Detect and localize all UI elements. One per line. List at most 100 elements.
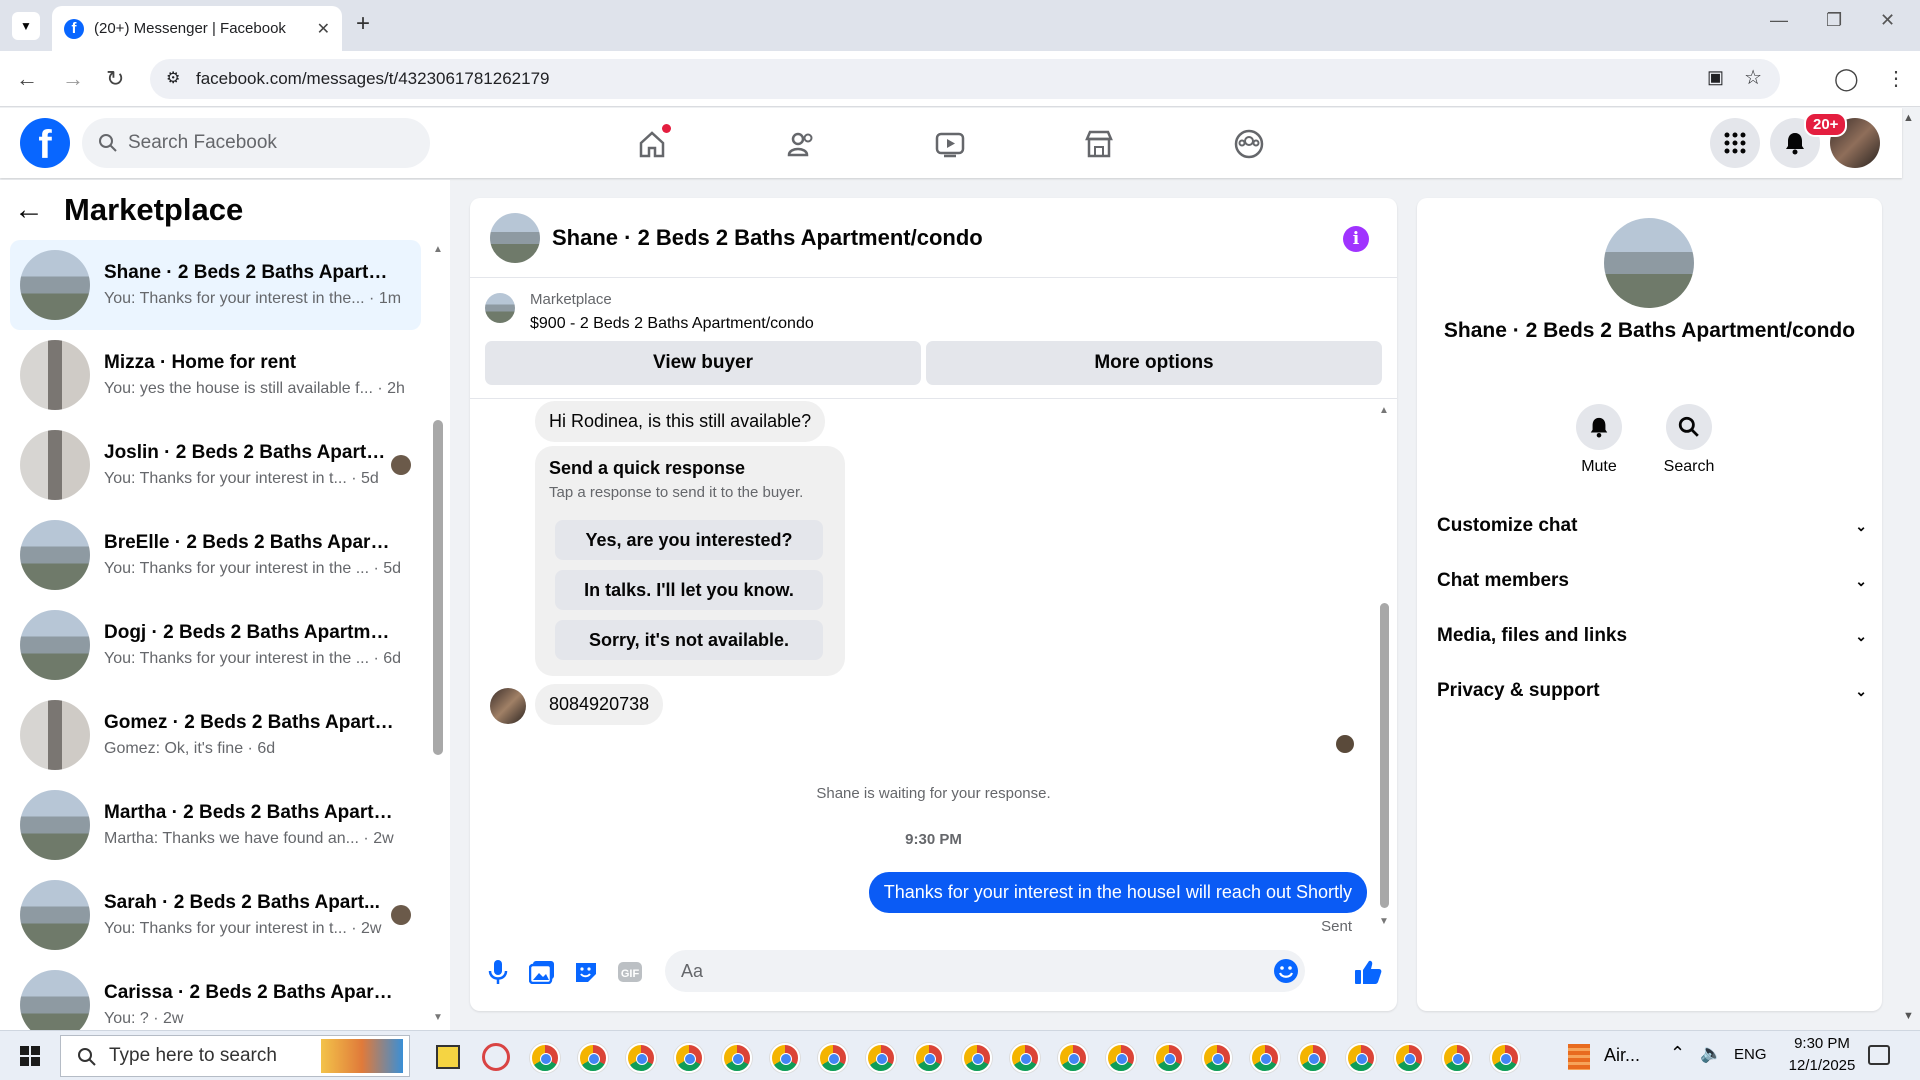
chat-members-section[interactable]: Chat members ⌄ bbox=[1437, 561, 1867, 601]
chrome-window-icon[interactable] bbox=[1250, 1043, 1280, 1073]
facebook-logo[interactable]: f bbox=[20, 118, 70, 168]
incoming-message-phone[interactable]: 8084920738 bbox=[535, 684, 664, 725]
photo-icon[interactable] bbox=[528, 958, 556, 986]
bookmark-star-icon[interactable]: ☆ bbox=[1744, 65, 1762, 90]
groups-tab[interactable] bbox=[1227, 122, 1271, 166]
clock-time[interactable]: 9:30 PM bbox=[1786, 1035, 1858, 1052]
contact-avatar[interactable] bbox=[1604, 218, 1694, 308]
chat-avatar[interactable] bbox=[490, 212, 540, 263]
chrome-window-icon[interactable] bbox=[1298, 1043, 1328, 1073]
chrome-window-icon[interactable] bbox=[866, 1043, 896, 1073]
home-tab[interactable] bbox=[630, 122, 674, 166]
info-icon[interactable]: i bbox=[1343, 226, 1369, 252]
forward-icon[interactable]: → bbox=[62, 67, 84, 91]
outgoing-message[interactable]: Thanks for your interest in the houseI w… bbox=[868, 872, 1367, 913]
profile-icon[interactable]: ◯ bbox=[1834, 67, 1859, 91]
chrome-window-icon[interactable] bbox=[818, 1043, 848, 1073]
close-window-icon[interactable]: ✕ bbox=[1880, 10, 1895, 31]
chat-title[interactable]: Shane · 2 Beds 2 Baths Apartment/condo bbox=[552, 225, 983, 251]
quick-reply-yes[interactable]: Yes, are you interested? bbox=[555, 520, 823, 560]
gif-icon[interactable]: GIF bbox=[616, 958, 644, 986]
air-app-icon[interactable] bbox=[1568, 1044, 1590, 1070]
message-input[interactable]: Aa bbox=[665, 950, 1305, 992]
microphone-icon[interactable] bbox=[484, 958, 512, 986]
language-indicator[interactable]: ENG bbox=[1734, 1046, 1767, 1063]
chat-scrollbar[interactable] bbox=[1380, 603, 1389, 908]
privacy-support-section[interactable]: Privacy & support ⌄ bbox=[1437, 671, 1867, 711]
conversation-item[interactable]: Sarah · 2 Beds 2 Baths Apart... You: Than… bbox=[10, 870, 421, 960]
chrome-window-icon[interactable] bbox=[674, 1043, 704, 1073]
search-in-chat-button[interactable]: Search bbox=[1644, 404, 1734, 476]
page-scroll-up-icon[interactable]: ▲ bbox=[1903, 112, 1914, 124]
chrome-window-icon[interactable] bbox=[1058, 1043, 1088, 1073]
snipping-tool-icon[interactable] bbox=[482, 1043, 510, 1071]
restore-icon[interactable]: ❐ bbox=[1826, 10, 1842, 31]
page-scroll-down-icon[interactable]: ▼ bbox=[1903, 1010, 1914, 1022]
friends-tab[interactable] bbox=[779, 122, 823, 166]
site-info-icon[interactable]: ⚙ bbox=[166, 68, 180, 88]
chrome-window-icon[interactable] bbox=[1010, 1043, 1040, 1073]
chrome-window-icon[interactable] bbox=[914, 1043, 944, 1073]
chrome-window-icon[interactable] bbox=[1394, 1043, 1424, 1073]
chrome-window-icon[interactable] bbox=[626, 1043, 656, 1073]
install-app-icon[interactable]: ▣ bbox=[1707, 67, 1724, 88]
customize-chat-section[interactable]: Customize chat ⌄ bbox=[1437, 506, 1867, 546]
chrome-window-icon[interactable] bbox=[1202, 1043, 1232, 1073]
tray-chevron-up-icon[interactable]: ⌃ bbox=[1670, 1043, 1685, 1064]
sticky-notes-icon[interactable] bbox=[436, 1045, 460, 1069]
chrome-window-icon[interactable] bbox=[962, 1043, 992, 1073]
new-tab-icon[interactable]: + bbox=[356, 10, 370, 38]
close-tab-icon[interactable]: ✕ bbox=[317, 19, 330, 39]
clock-date[interactable]: 12/1/2025 bbox=[1776, 1057, 1868, 1074]
menu-kebab-icon[interactable]: ⋮ bbox=[1886, 67, 1906, 91]
taskbar-search-input[interactable]: Type here to search bbox=[60, 1035, 410, 1077]
menu-grid-button[interactable] bbox=[1710, 118, 1760, 168]
conversation-item[interactable]: Shane · 2 Beds 2 Baths Apartme... You: Th… bbox=[10, 240, 421, 330]
sticker-icon[interactable] bbox=[572, 958, 600, 986]
emoji-icon[interactable] bbox=[1273, 958, 1299, 984]
incoming-message[interactable]: Hi Rodinea, is this still available? bbox=[535, 401, 826, 442]
reload-icon[interactable]: ↻ bbox=[106, 67, 124, 91]
marketplace-tab[interactable] bbox=[1077, 122, 1121, 166]
minimize-icon[interactable]: — bbox=[1770, 10, 1788, 31]
conversation-list-scrollbar[interactable] bbox=[433, 420, 443, 755]
conversation-item[interactable]: Mizza · Home for rent You: yes the house … bbox=[10, 330, 421, 420]
chat-scroll-down-icon[interactable]: ▼ bbox=[1379, 916, 1389, 927]
media-files-links-section[interactable]: Media, files and links ⌄ bbox=[1437, 616, 1867, 656]
browser-tab[interactable]: f (20+) Messenger | Facebook ✕ bbox=[52, 6, 342, 51]
tray-app-label[interactable]: Air... bbox=[1604, 1045, 1640, 1066]
conversation-item[interactable]: Martha · 2 Beds 2 Baths Apartm... Martha:… bbox=[10, 780, 421, 870]
chat-scroll-up-icon[interactable]: ▲ bbox=[1379, 405, 1389, 416]
conversation-item[interactable]: Dogj · 2 Beds 2 Baths Apartmen... You: Th… bbox=[10, 600, 421, 690]
chrome-window-icon[interactable] bbox=[1490, 1043, 1520, 1073]
chrome-window-icon[interactable] bbox=[722, 1043, 752, 1073]
listing-title[interactable]: $900 - 2 Beds 2 Baths Apartment/condo bbox=[530, 315, 814, 333]
chrome-window-icon[interactable] bbox=[1154, 1043, 1184, 1073]
conversation-item[interactable]: Joslin · 2 Beds 2 Baths Apartm... You: Th… bbox=[10, 420, 421, 510]
tab-list-chevron-icon[interactable]: ▼ bbox=[12, 12, 40, 40]
back-icon[interactable]: ← bbox=[16, 67, 38, 91]
scroll-up-arrow-icon[interactable]: ▲ bbox=[433, 244, 443, 255]
scroll-down-arrow-icon[interactable]: ▼ bbox=[433, 1012, 443, 1023]
watch-tab[interactable] bbox=[928, 122, 972, 166]
address-bar[interactable]: ⚙ facebook.com/messages/t/43230617812621… bbox=[150, 59, 1780, 99]
windows-start-icon[interactable] bbox=[20, 1046, 40, 1066]
quick-reply-in-talks[interactable]: In talks. I'll let you know. bbox=[555, 570, 823, 610]
like-thumb-icon[interactable] bbox=[1354, 958, 1382, 986]
chrome-window-icon[interactable] bbox=[1106, 1043, 1136, 1073]
more-options-button[interactable]: More options bbox=[926, 341, 1382, 385]
chrome-window-icon[interactable] bbox=[578, 1043, 608, 1073]
back-arrow-icon[interactable]: ← bbox=[14, 193, 44, 227]
chrome-window-icon[interactable] bbox=[1442, 1043, 1472, 1073]
facebook-search-input[interactable]: Search Facebook bbox=[82, 118, 430, 168]
conversation-item[interactable]: Gomez · 2 Beds 2 Baths Apartm... Gomez: O… bbox=[10, 690, 421, 780]
mute-button[interactable]: Mute bbox=[1554, 404, 1644, 476]
conversation-item[interactable]: BreElle · 2 Beds 2 Baths Apartme... You: … bbox=[10, 510, 421, 600]
chrome-window-icon[interactable] bbox=[1346, 1043, 1376, 1073]
view-buyer-button[interactable]: View buyer bbox=[485, 341, 921, 385]
notification-center-icon[interactable] bbox=[1868, 1045, 1890, 1065]
chrome-window-icon[interactable] bbox=[770, 1043, 800, 1073]
volume-icon[interactable]: 🔈 bbox=[1700, 1043, 1722, 1064]
chrome-window-icon[interactable] bbox=[530, 1043, 560, 1073]
quick-reply-not-available[interactable]: Sorry, it's not available. bbox=[555, 620, 823, 660]
